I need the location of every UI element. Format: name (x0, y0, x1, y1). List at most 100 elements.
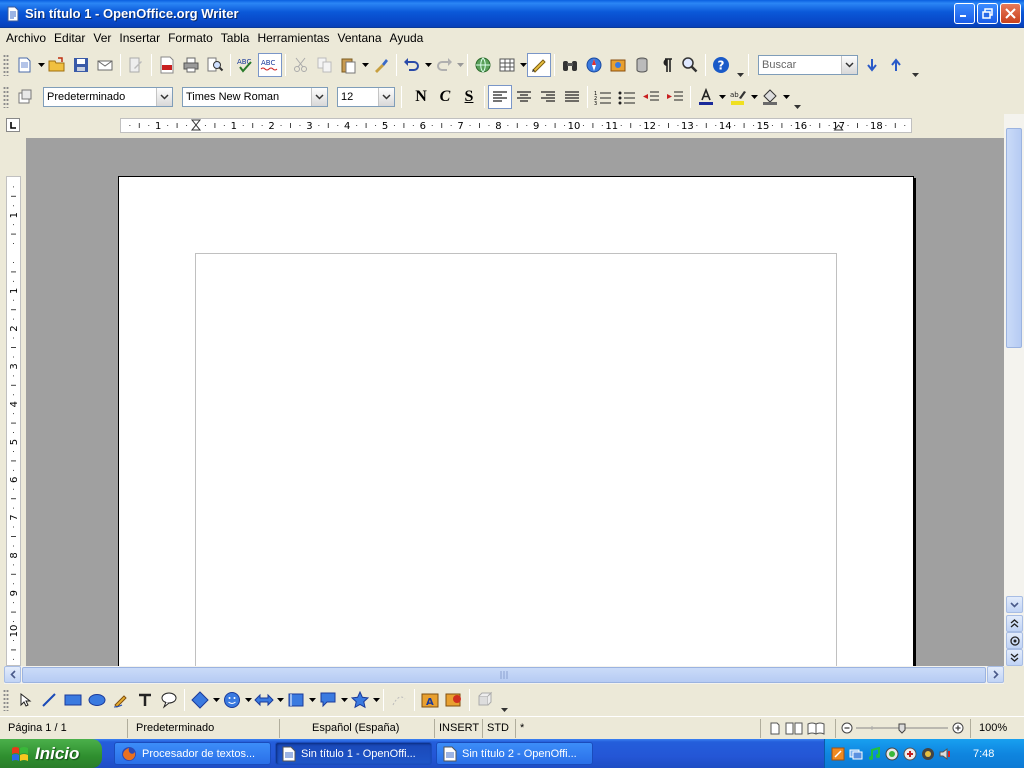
align-left-button[interactable] (488, 85, 512, 109)
decrease-indent-button[interactable] (639, 85, 663, 109)
book-view-icon[interactable] (807, 722, 825, 735)
scroll-down-button[interactable] (1006, 596, 1023, 613)
vertical-scroll-thumb[interactable] (1006, 128, 1022, 348)
paragraph-style-combobox[interactable]: Predeterminado (43, 87, 173, 107)
menu-insertar[interactable]: Insertar (115, 31, 164, 45)
stars-button[interactable] (348, 688, 372, 712)
insert-mode-indicator[interactable]: INSERT (435, 718, 483, 738)
numbering-button[interactable]: 123 (591, 85, 615, 109)
undo-button[interactable] (400, 53, 424, 77)
paste-button[interactable] (337, 53, 361, 77)
previous-page-button[interactable] (1006, 615, 1023, 632)
hyperlink-button[interactable] (471, 53, 495, 77)
toolbar-grip[interactable] (3, 86, 9, 108)
menu-ayuda[interactable]: Ayuda (386, 31, 428, 45)
undo-dropdown-arrow[interactable] (424, 53, 432, 77)
align-center-button[interactable] (512, 85, 536, 109)
freeform-tool-button[interactable] (109, 688, 133, 712)
print-button[interactable] (179, 53, 203, 77)
redo-dropdown-arrow[interactable] (456, 53, 464, 77)
formatting-marks-button[interactable] (654, 53, 678, 77)
paragraph-style-dropdown-button[interactable] (156, 88, 172, 106)
extrusion-toggle-button[interactable] (473, 688, 497, 712)
navigator-button[interactable] (582, 53, 606, 77)
find-input[interactable]: Buscar (759, 59, 841, 71)
increase-indent-button[interactable] (663, 85, 687, 109)
show-draw-functions-toggle[interactable] (527, 53, 551, 77)
redo-button[interactable] (432, 53, 456, 77)
vertical-ruler[interactable]: 1 1 2 3 4 5 6 7 8 9 10 (0, 138, 26, 666)
document-area[interactable] (26, 138, 1004, 666)
selection-mode-indicator[interactable]: STD (483, 718, 516, 738)
tray-update-icon[interactable] (921, 747, 935, 761)
edit-file-button[interactable] (124, 53, 148, 77)
stars-dropdown-arrow[interactable] (372, 688, 380, 712)
save-button[interactable] (69, 53, 93, 77)
zoom-slider[interactable] (836, 718, 971, 738)
tray-orange-icon[interactable] (831, 747, 845, 761)
horizontal-scrollbar[interactable] (4, 666, 1004, 684)
menu-herramientas[interactable]: Herramientas (253, 31, 333, 45)
fontwork-gallery-button[interactable]: A (418, 688, 442, 712)
find-previous-button[interactable] (884, 53, 908, 77)
callout-shapes-button[interactable] (316, 688, 340, 712)
toolbar-grip[interactable] (3, 54, 9, 76)
clone-formatting-button[interactable] (369, 53, 393, 77)
find-replace-button[interactable] (558, 53, 582, 77)
font-name-combobox[interactable]: Times New Roman (182, 87, 328, 107)
menu-editar[interactable]: Editar (50, 31, 89, 45)
italic-button[interactable]: C (433, 85, 457, 109)
scroll-right-button[interactable] (987, 666, 1004, 683)
block-arrows-dropdown-arrow[interactable] (276, 688, 284, 712)
basic-shapes-dropdown-arrow[interactable] (212, 688, 220, 712)
tray-network-icon[interactable] (849, 747, 863, 761)
justify-button[interactable] (560, 85, 584, 109)
zoom-button[interactable] (678, 53, 702, 77)
gallery-button[interactable] (606, 53, 630, 77)
align-right-button[interactable] (536, 85, 560, 109)
toolbar-grip[interactable] (3, 689, 9, 711)
paste-dropdown-arrow[interactable] (361, 53, 369, 77)
callout-shapes-dropdown-arrow[interactable] (340, 688, 348, 712)
rectangle-tool-button[interactable] (61, 688, 85, 712)
zoom-percentage[interactable]: 100% (971, 719, 1019, 738)
taskbar-item-firefox[interactable]: Procesador de textos... (114, 742, 271, 765)
flowcharts-button[interactable] (284, 688, 308, 712)
bold-button[interactable]: N (409, 85, 433, 109)
page-indicator[interactable]: Página 1 / 1 (0, 718, 128, 738)
zoom-slider-control[interactable] (840, 721, 966, 735)
taskbar-item-writer-1[interactable]: Sin título 1 - OpenOffi... (275, 742, 432, 765)
flowcharts-dropdown-arrow[interactable] (308, 688, 316, 712)
background-color-dropdown-arrow[interactable] (782, 85, 790, 109)
font-size-combobox[interactable]: 12 (337, 87, 395, 107)
text-tool-button[interactable] (133, 688, 157, 712)
document-modified-indicator[interactable]: * (516, 718, 761, 738)
toolbar-overflow-button[interactable] (735, 53, 745, 77)
export-pdf-button[interactable] (155, 53, 179, 77)
menu-ver[interactable]: Ver (89, 31, 115, 45)
horizontal-scroll-thumb[interactable] (22, 667, 986, 683)
font-name-dropdown-button[interactable] (311, 88, 327, 106)
menu-archivo[interactable]: Archivo (2, 31, 50, 45)
basic-shapes-button[interactable] (188, 688, 212, 712)
cut-button[interactable] (289, 53, 313, 77)
find-next-button[interactable] (860, 53, 884, 77)
taskbar-item-writer-2[interactable]: Sin título 2 - OpenOffi... (436, 742, 593, 765)
paragraph-style-value[interactable]: Predeterminado (44, 91, 156, 103)
spellcheck-button[interactable]: ABC (234, 53, 258, 77)
start-button[interactable]: Inicio (0, 739, 102, 768)
text-boundaries[interactable] (195, 253, 837, 666)
vertical-scrollbar[interactable] (1004, 114, 1024, 666)
help-button[interactable]: ? (709, 53, 733, 77)
single-page-view-icon[interactable] (769, 722, 781, 735)
from-file-button[interactable] (442, 688, 466, 712)
navigation-button[interactable] (1006, 632, 1023, 649)
line-tool-button[interactable] (37, 688, 61, 712)
page-style-indicator[interactable]: Predeterminado (128, 718, 280, 738)
tray-messenger-icon[interactable] (885, 747, 899, 761)
minimize-button[interactable] (954, 3, 975, 24)
toolbar-overflow-button[interactable] (792, 85, 802, 109)
ellipse-tool-button[interactable] (85, 688, 109, 712)
bullets-button[interactable] (615, 85, 639, 109)
tray-security-icon[interactable] (903, 747, 917, 761)
